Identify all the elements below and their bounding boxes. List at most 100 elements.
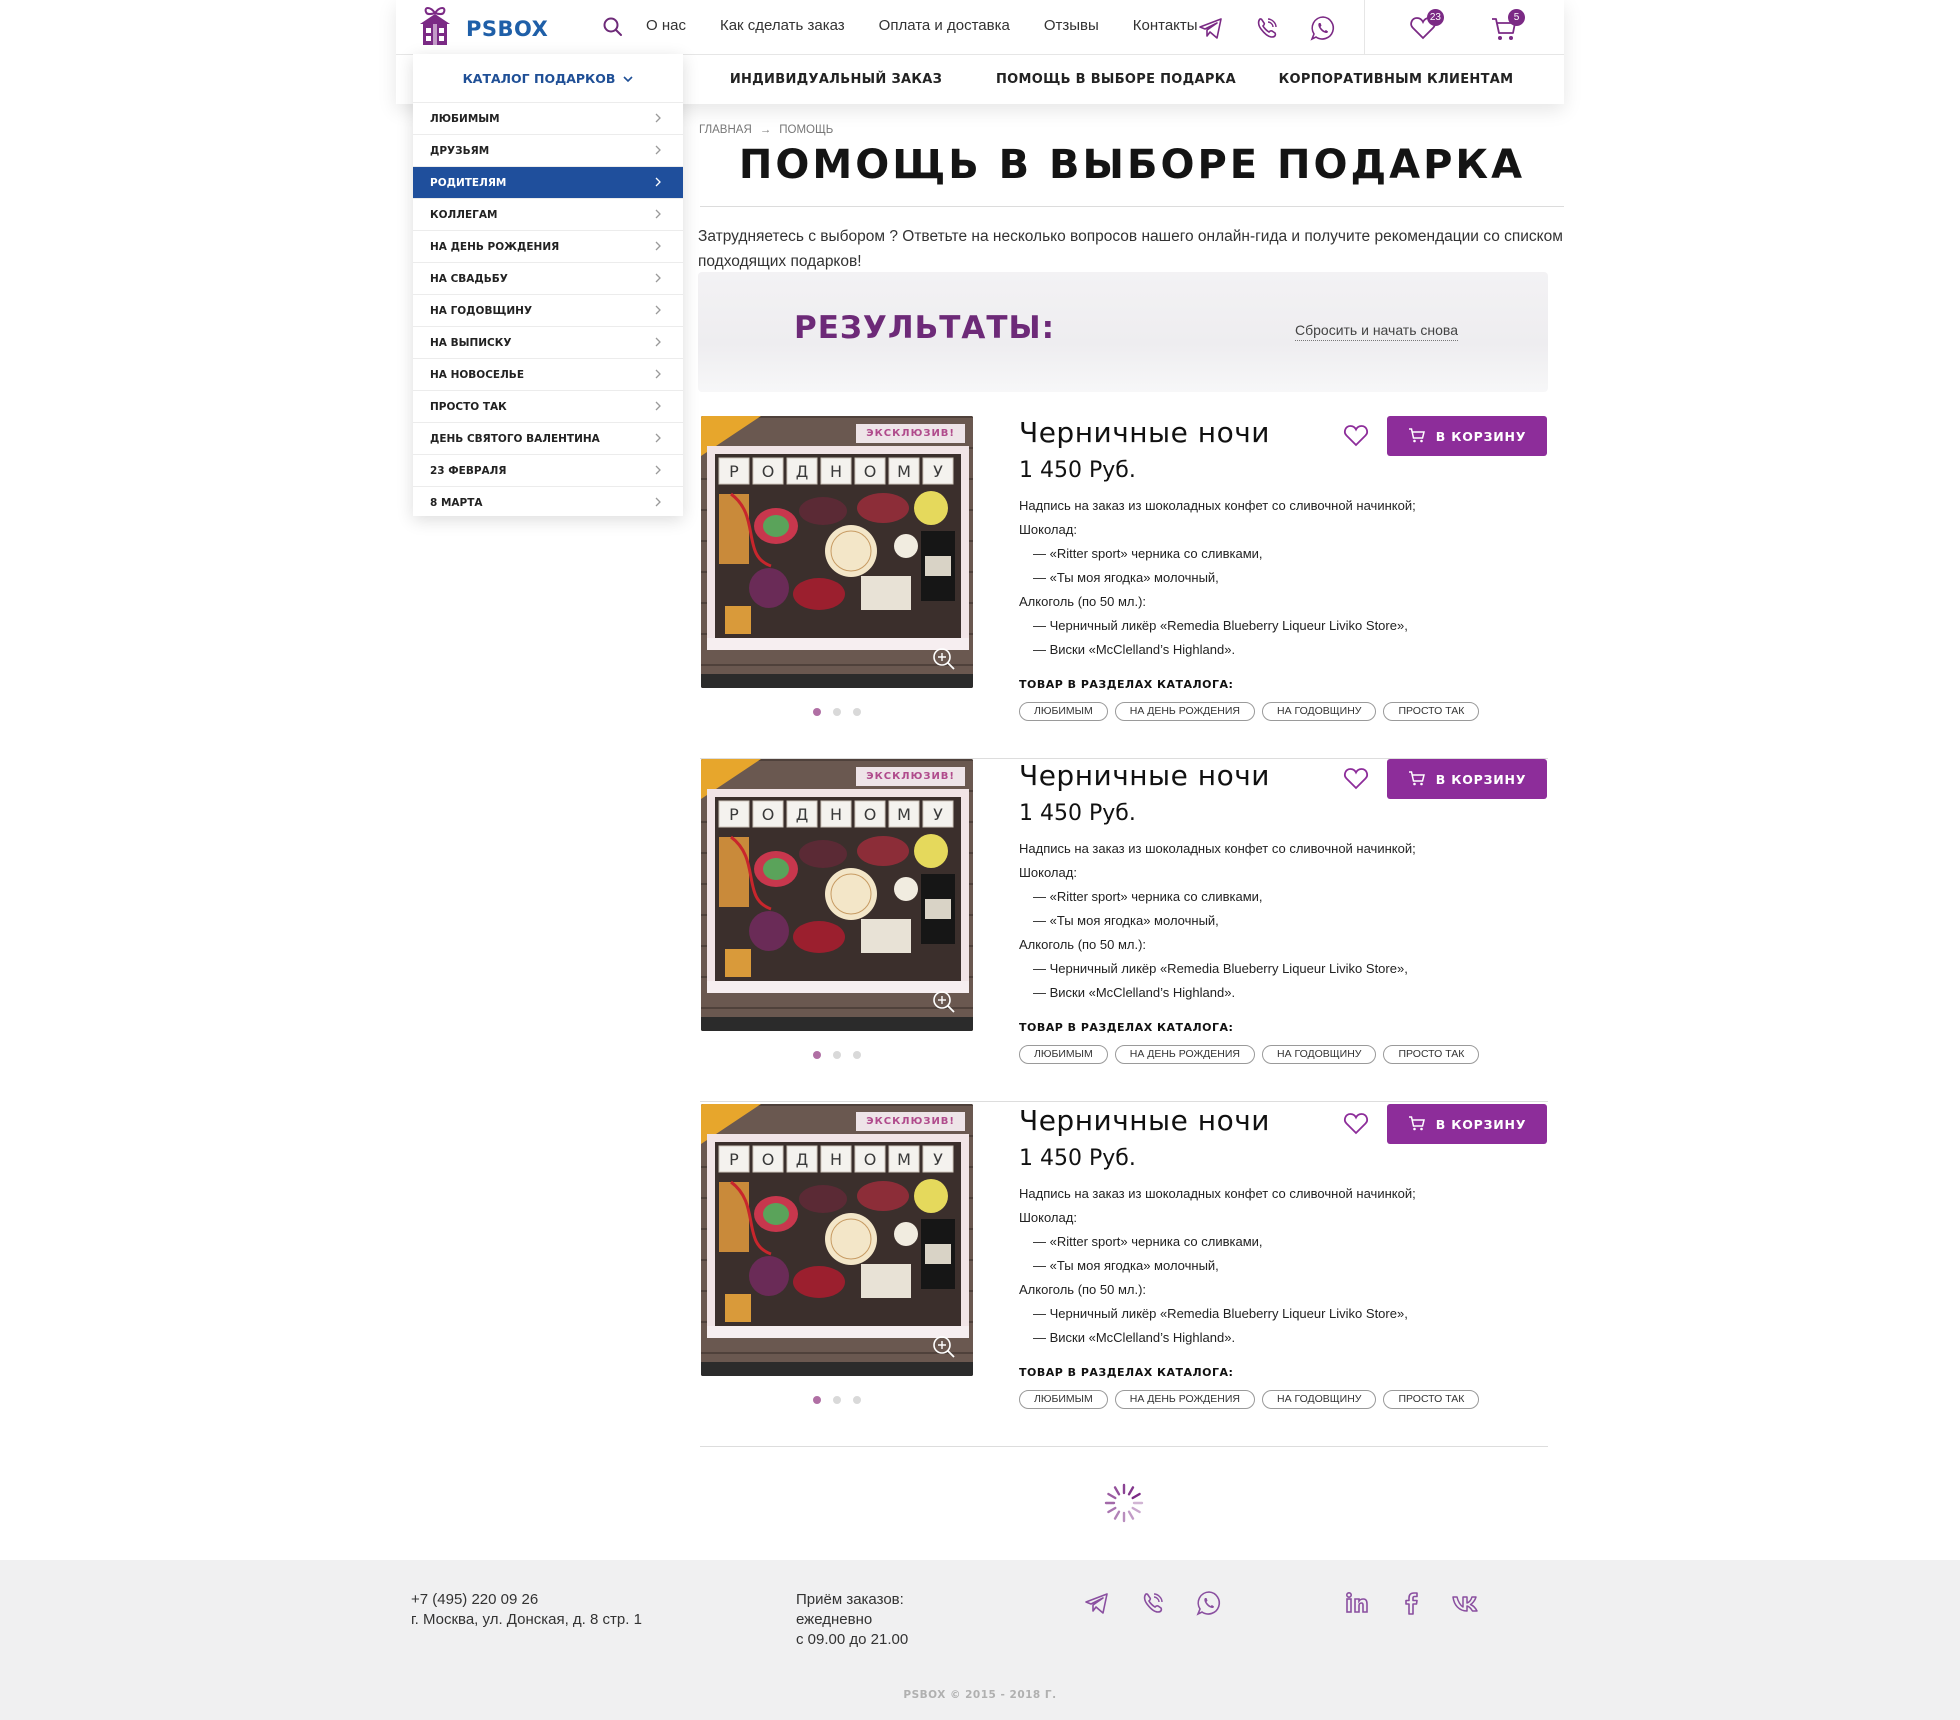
viber-icon[interactable] [1138,1588,1168,1618]
cart-icon[interactable]: 5 [1489,9,1525,45]
telegram-icon[interactable] [1196,13,1226,43]
catalog-item[interactable]: ПРОСТО ТАК [413,390,683,422]
category-tag[interactable]: НА ГОДОВЩИНУ [1261,702,1377,721]
nav-contacts[interactable]: Контакты [1133,17,1198,34]
chevron-right-icon [653,176,663,188]
slider-dot[interactable] [833,1396,841,1404]
product-photo[interactable]: Р О Д Н О М У ЭКСКЛЮЗИВ! [701,416,973,688]
viber-icon[interactable] [1252,13,1282,43]
footer-phone[interactable]: +7 (495) 220 09 26 [411,1590,642,1610]
category-tag[interactable]: ЛЮБИМЫМ [1019,1045,1108,1064]
catalog-item-label: ЛЮБИМЫМ [430,112,500,125]
nav-payment-delivery[interactable]: Оплата и доставка [879,17,1010,34]
photo-slider-dots [813,708,861,716]
category-tag[interactable]: НА ДЕНЬ РОЖДЕНИЯ [1114,1045,1255,1064]
facebook-icon[interactable] [1396,1588,1426,1618]
slider-dot[interactable] [853,1051,861,1059]
product-tags: ЛЮБИМЫМ НА ДЕНЬ РОЖДЕНИЯ НА ГОДОВЩИНУ ПРОСТ… [1019,1390,1480,1409]
category-tag[interactable]: ПРОСТО ТАК [1383,702,1480,721]
telegram-icon[interactable] [1082,1588,1112,1618]
product-tags: ЛЮБИМЫМ НА ДЕНЬ РОЖДЕНИЯ НА ГОДОВЩИНУ ПРОСТ… [1019,1045,1480,1064]
description-line: Шоколад: [1019,865,1077,880]
page-title: ПОМОЩЬ В ВЫБОРЕ ПОДАРКА [738,142,1526,188]
catalog-sections-label: ТОВАР В РАЗДЕЛАХ КАТАЛОГА: [1019,1021,1234,1034]
subnav-corporate[interactable]: КОРПОРАТИВНЫМ КЛИЕНТАМ [1256,72,1536,87]
nav-how-to-order[interactable]: Как сделать заказ [720,17,845,34]
category-tag[interactable]: НА ГОДОВЩИНУ [1261,1390,1377,1409]
exclusive-badge: ЭКСКЛЮЗИВ! [856,424,965,443]
favorites-heart-icon[interactable]: 23 [1408,9,1444,45]
photo-slider-dots [813,1051,861,1059]
catalog-item[interactable]: РОДИТЕЛЯМ [413,166,683,198]
catalog-item[interactable]: КОЛЛЕГАМ [413,198,683,230]
nav-about[interactable]: О нас [646,17,686,34]
reset-link[interactable]: Сбросить и начать снова [1295,322,1458,341]
product-card: Р О Д Н О М У ЭКСКЛЮЗИВ! Черничные ночи 1 450 Руб… [700,416,1550,759]
product-photo[interactable]: Р О Д Н О М У ЭКСКЛЮЗИВ! [701,759,973,1031]
subnav-gift-help[interactable]: ПОМОЩЬ В ВЫБОРЕ ПОДАРКА [976,72,1256,87]
chevron-right-icon [653,336,663,348]
slider-dot[interactable] [813,708,821,716]
catalog-item[interactable]: ДРУЗЬЯМ [413,134,683,166]
slider-dot[interactable] [813,1396,821,1404]
catalog-item[interactable]: НА НОВОСЕЛЬЕ [413,358,683,390]
photo-slider-dots [813,1396,861,1404]
product-name[interactable]: Черничные ночи [1019,1104,1270,1137]
catalog-item[interactable]: НА ГОДОВЩИНУ [413,294,683,326]
category-tag[interactable]: НА ДЕНЬ РОЖДЕНИЯ [1114,1390,1255,1409]
description-line: Шоколад: [1019,522,1077,537]
catalog-toggle[interactable]: КАТАЛОГ ПОДАРКОВ [413,54,683,102]
sub-nav: ИНДИВИДУАЛЬНЫЙ ЗАКАЗ ПОМОЩЬ В ВЫБОРЕ ПОД… [696,72,1536,87]
linkedin-icon[interactable] [1342,1588,1372,1618]
product-photo[interactable]: Р О Д Н О М У ЭКСКЛЮЗИВ! [701,1104,973,1376]
footer-socials [1342,1588,1480,1618]
add-to-cart-button[interactable]: В КОРЗИНУ [1387,416,1547,456]
catalog-item[interactable]: 8 МАРТА [413,486,683,518]
svg-text:М: М [897,462,911,481]
description-line: — «Ritter sport» черника со сливками, [1033,889,1263,904]
search-icon[interactable] [602,16,624,38]
whatsapp-icon[interactable] [1308,13,1338,43]
logo[interactable]: PSBOX [418,6,548,51]
product-description: Надпись на заказ из шоколадных конфет со… [1019,494,1416,662]
zoom-icon[interactable] [931,989,957,1015]
product-card: Р О Д Н О М У ЭКСКЛЮЗИВ! Черничные ночи 1 450 Руб… [700,1104,1550,1447]
nav-reviews[interactable]: Отзывы [1044,17,1099,34]
whatsapp-icon[interactable] [1194,1588,1224,1618]
slider-dot[interactable] [853,708,861,716]
vk-icon[interactable] [1450,1588,1480,1618]
product-price: 1 450 Руб. [1019,1146,1136,1171]
catalog-item[interactable]: НА СВАДЬБУ [413,262,683,294]
category-tag[interactable]: ЛЮБИМЫМ [1019,702,1108,721]
zoom-icon[interactable] [931,1334,957,1360]
footer-hours: Приём заказов: ежедневно с 09.00 до 21.0… [796,1590,908,1650]
favorite-heart-icon[interactable] [1342,422,1370,448]
description-line: Надпись на заказ из шоколадных конфет со… [1019,841,1416,856]
catalog-item[interactable]: ДЕНЬ СВЯТОГО ВАЛЕНТИНА [413,422,683,454]
add-to-cart-button[interactable]: В КОРЗИНУ [1387,1104,1547,1144]
slider-dot[interactable] [853,1396,861,1404]
zoom-icon[interactable] [931,646,957,672]
catalog-item[interactable]: НА ВЫПИСКУ [413,326,683,358]
favorite-heart-icon[interactable] [1342,1110,1370,1136]
slider-dot[interactable] [833,1051,841,1059]
product-name[interactable]: Черничные ночи [1019,759,1270,792]
favorite-heart-icon[interactable] [1342,765,1370,791]
catalog-item[interactable]: 23 ФЕВРАЛЯ [413,454,683,486]
catalog-item[interactable]: НА ДЕНЬ РОЖДЕНИЯ [413,230,683,262]
category-tag[interactable]: НА ГОДОВЩИНУ [1261,1045,1377,1064]
add-to-cart-label: В КОРЗИНУ [1435,428,1527,444]
subnav-individual-order[interactable]: ИНДИВИДУАЛЬНЫЙ ЗАКАЗ [696,72,976,87]
add-to-cart-button[interactable]: В КОРЗИНУ [1387,759,1547,799]
category-tag[interactable]: ЛЮБИМЫМ [1019,1390,1108,1409]
slider-dot[interactable] [813,1051,821,1059]
breadcrumb-home[interactable]: ГЛАВНАЯ [699,124,752,136]
category-tag[interactable]: ПРОСТО ТАК [1383,1045,1480,1064]
catalog-item[interactable]: ЛЮБИМЫМ [413,102,683,134]
category-tag[interactable]: НА ДЕНЬ РОЖДЕНИЯ [1114,702,1255,721]
description-line: Надпись на заказ из шоколадных конфет со… [1019,1186,1416,1201]
product-name[interactable]: Черничные ночи [1019,416,1270,449]
category-tag[interactable]: ПРОСТО ТАК [1383,1390,1480,1409]
slider-dot[interactable] [833,708,841,716]
catalog-item-label: НА ДЕНЬ РОЖДЕНИЯ [430,240,560,253]
